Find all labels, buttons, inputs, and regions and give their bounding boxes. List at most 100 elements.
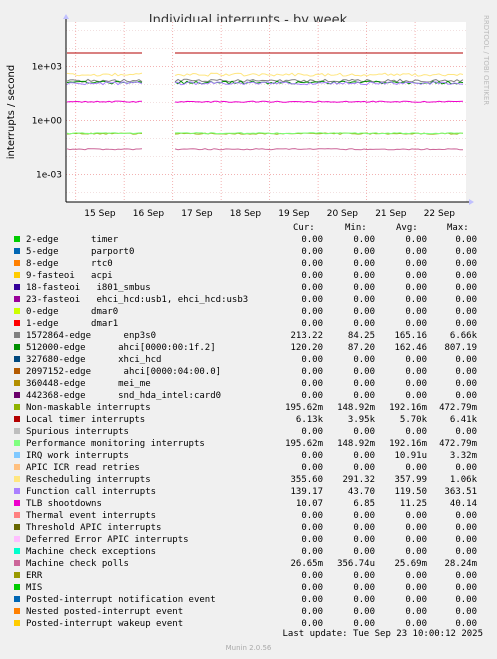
legend-swatch xyxy=(14,548,20,554)
value-min: 0.00 xyxy=(353,379,375,389)
value-min: 0.00 xyxy=(353,283,375,293)
value-max: 0.00 xyxy=(455,271,477,281)
value-min: 0.00 xyxy=(353,607,375,617)
value-min: 0.00 xyxy=(353,295,375,305)
value-cur: 0.00 xyxy=(301,463,323,473)
value-max: 0.00 xyxy=(455,511,477,521)
legend-item: Machine check exceptions 0.00 0.00 0.00 0.00 xyxy=(0,546,497,558)
legend-label: 1572864-edge enp3s0 xyxy=(26,331,157,341)
x-tick-label: 18 Sep xyxy=(230,209,262,219)
legend-item: APIC ICR read retries 0.00 0.00 0.00 0.00 xyxy=(0,462,497,474)
value-min: 0.00 xyxy=(353,583,375,593)
legend-item: Non-maskable interrupts 195.62m 148.92m 192… xyxy=(0,402,497,414)
value-cur: 0.00 xyxy=(301,319,323,329)
x-tick-label: 16 Sep xyxy=(133,209,165,219)
legend-item: 8-edge rtc0 0.00 0.00 0.00 0.00 xyxy=(0,258,497,270)
legend-label: Nested posted-interrupt event xyxy=(26,607,184,617)
value-cur: 0.00 xyxy=(301,247,323,257)
value-cur: 10.07 xyxy=(295,499,323,509)
value-max: 0.00 xyxy=(455,235,477,245)
value-max: 6.66k xyxy=(449,331,477,341)
legend-swatch xyxy=(14,560,20,566)
legend-item: Spurious interrupts 0.00 0.00 0.00 0.00 xyxy=(0,426,497,438)
legend-swatch xyxy=(14,272,20,278)
legend-label: Posted-interrupt notification event xyxy=(26,595,216,605)
value-min: 0.00 xyxy=(353,355,375,365)
value-max: 28.24m xyxy=(444,559,477,569)
legend-label: Spurious interrupts xyxy=(26,427,129,437)
value-cur: 26.65m xyxy=(290,559,323,569)
legend-header: Cur: Min: Avg: Max: xyxy=(0,222,497,234)
legend-label: 360448-edge mei_me xyxy=(26,379,151,389)
legend-item: 18-fasteoi i801_smbus 0.00 0.00 0.00 0.00 xyxy=(0,282,497,294)
legend-label: Thermal event interrupts xyxy=(26,511,157,521)
value-cur: 0.00 xyxy=(301,571,323,581)
legend-item: Function call interrupts 139.17 43.70 119.5… xyxy=(0,486,497,498)
legend-swatch xyxy=(14,428,20,434)
legend-label: 2-edge timer xyxy=(26,235,119,245)
legend-item: 327680-edge xhci_hcd 0.00 0.00 0.00 0.00 xyxy=(0,354,497,366)
value-max: 472.79m xyxy=(439,439,477,449)
value-min: 0.00 xyxy=(353,259,375,269)
col-avg: Avg: xyxy=(396,223,418,233)
legend-swatch xyxy=(14,404,20,410)
value-min: 0.00 xyxy=(353,319,375,329)
legend-label: 512000-edge ahci[0000:00:1f.2] xyxy=(26,343,216,353)
y-axis-label: interrupts / second xyxy=(6,65,17,159)
legend-swatch xyxy=(14,320,20,326)
legend-swatch xyxy=(14,620,20,626)
value-max: 0.00 xyxy=(455,295,477,305)
value-min: 148.92m xyxy=(337,403,375,413)
value-max: 807.19 xyxy=(444,343,477,353)
legend-swatch xyxy=(14,512,20,518)
legend-swatch xyxy=(14,596,20,602)
value-cur: 0.00 xyxy=(301,391,323,401)
value-max: 0.00 xyxy=(455,355,477,365)
legend-swatch xyxy=(14,236,20,242)
legend-label: Local timer interrupts xyxy=(26,415,146,425)
legend-label: Threshold APIC interrupts xyxy=(26,523,162,533)
legend-label: 23-fasteoi ehci_hcd:usb1, ehci_hcd:usb3 xyxy=(26,295,249,305)
legend-swatch xyxy=(14,284,20,290)
value-cur: 195.62m xyxy=(285,439,323,449)
legend-label: APIC ICR read retries xyxy=(26,463,140,473)
legend-item: 2-edge timer 0.00 0.00 0.00 0.00 xyxy=(0,234,497,246)
value-cur: 120.20 xyxy=(290,343,323,353)
legend-swatch xyxy=(14,524,20,530)
legend-item: 9-fasteoi acpi 0.00 0.00 0.00 0.00 xyxy=(0,270,497,282)
legend-item: Machine check polls 26.65m 356.74u 25.69m 28… xyxy=(0,558,497,570)
value-min: 0.00 xyxy=(353,523,375,533)
x-tick-label: 17 Sep xyxy=(181,209,213,219)
legend-item: ERR 0.00 0.00 0.00 0.00 xyxy=(0,570,497,582)
legend-item: TLB shootdowns 10.07 6.85 11.25 40.14 xyxy=(0,498,497,510)
legend-item: 512000-edge ahci[0000:00:1f.2] 120.20 87.2… xyxy=(0,342,497,354)
value-cur: 0.00 xyxy=(301,283,323,293)
legend-item: Thermal event interrupts 0.00 0.00 0.00 0.00 xyxy=(0,510,497,522)
legend-label: 442368-edge snd_hda_intel:card0 xyxy=(26,391,222,401)
legend-swatch xyxy=(14,332,20,338)
legend-label: 5-edge parport0 xyxy=(26,247,135,257)
value-max: 0.00 xyxy=(455,367,477,377)
value-cur: 0.00 xyxy=(301,583,323,593)
legend-swatch xyxy=(14,344,20,350)
value-max: 0.00 xyxy=(455,283,477,293)
value-min: 3.95k xyxy=(347,415,375,425)
value-max: 0.00 xyxy=(455,319,477,329)
value-min: 0.00 xyxy=(353,451,375,461)
legend-swatch xyxy=(14,476,20,482)
value-cur: 355.60 xyxy=(290,475,323,485)
legend-item: 1572864-edge enp3s0 213.22 84.25 165.16 6.66… xyxy=(0,330,497,342)
value-min: 6.85 xyxy=(353,499,375,509)
last-update: Last update: Tue Sep 23 10:00:12 2025 xyxy=(282,629,483,639)
value-cur: 0.00 xyxy=(301,547,323,557)
value-min: 0.00 xyxy=(353,427,375,437)
value-cur: 195.62m xyxy=(285,403,323,413)
legend-swatch xyxy=(14,392,20,398)
legend-item: Local timer interrupts 6.13k 3.95k 5.70k 6.4… xyxy=(0,414,497,426)
legend-item: 1-edge dmar1 0.00 0.00 0.00 0.00 xyxy=(0,318,497,330)
x-tick-label: 22 Sep xyxy=(424,209,456,219)
value-max: 0.00 xyxy=(455,583,477,593)
legend-swatch xyxy=(14,464,20,470)
x-axis-arrow xyxy=(469,199,474,205)
legend-label: 9-fasteoi acpi xyxy=(26,271,113,281)
